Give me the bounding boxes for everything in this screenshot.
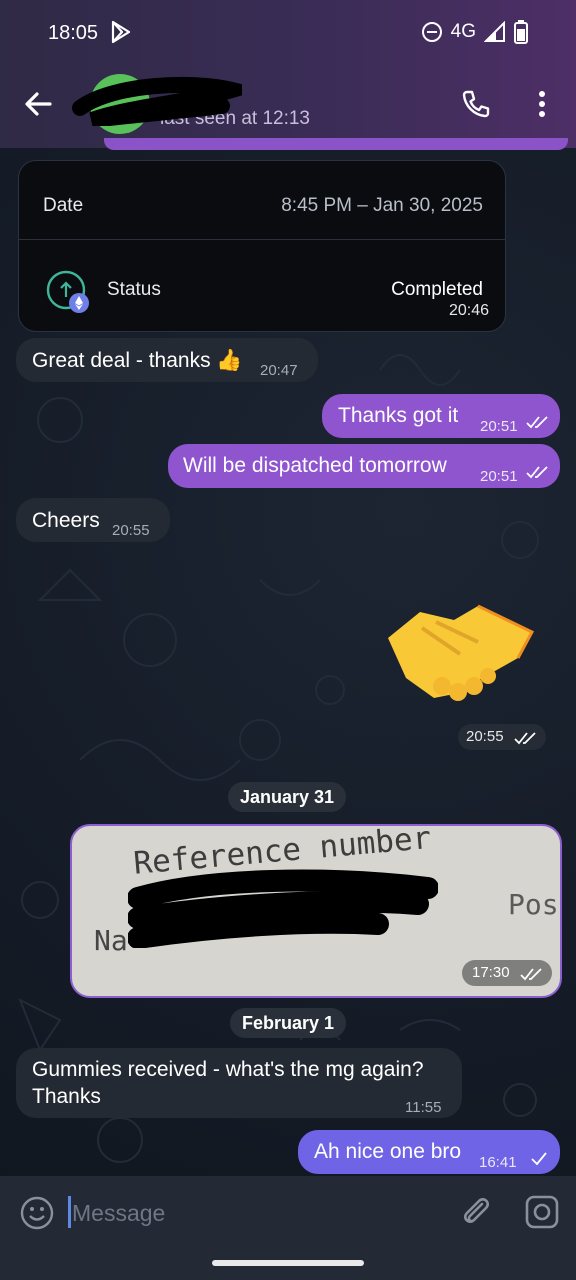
status-time: 18:05 [48, 22, 99, 44]
message-text: Thanks got it [338, 404, 459, 427]
status-label: Status [107, 279, 161, 300]
incoming-message[interactable]: Cheers 20:55 [16, 498, 170, 542]
message-text: Ah nice one bro [314, 1140, 462, 1163]
message-text-line1: Gummies received - what's the mg again? [32, 1058, 424, 1081]
header-bar: 18:05 4G last seen at 12:13 [0, 0, 576, 148]
photo-text-left: Na [94, 924, 128, 957]
emoji-time-pill: 20:55 [458, 724, 546, 750]
date-separator: February 1 [230, 1008, 347, 1038]
status-value: Completed [391, 279, 483, 300]
navigation-bar [0, 1248, 576, 1280]
date-value: 8:45 PM – Jan 30, 2025 [281, 195, 483, 216]
date-label: Date [43, 195, 84, 216]
text-cursor [68, 1196, 71, 1228]
emoji-smile-icon[interactable] [20, 1196, 54, 1230]
photo-message[interactable]: Reference number Na Pos 17:30 [70, 824, 562, 998]
more-options-icon[interactable] [530, 88, 554, 120]
outgoing-message[interactable]: Thanks got it 20:51 [322, 394, 560, 438]
incoming-message[interactable]: Great deal - thanks 👍 20:47 [16, 338, 318, 382]
phone-call-icon[interactable] [460, 88, 492, 120]
back-arrow-icon[interactable] [22, 88, 54, 120]
message-time: 17:30 [472, 964, 510, 981]
message-input[interactable]: Message [72, 1200, 165, 1227]
message-time: 20:55 [466, 728, 504, 745]
message-time: 11:55 [405, 1099, 442, 1116]
message-text: Will be dispatched tomorrow [183, 454, 447, 477]
photo-text-right: Pos [508, 888, 559, 921]
message-time: 20:46 [448, 302, 489, 319]
message-time: 20:51 [480, 418, 518, 435]
chat-header[interactable]: last seen at 12:13 [0, 74, 576, 134]
message-text: Cheers [32, 509, 100, 532]
camera-icon[interactable] [524, 1194, 560, 1230]
double-check-icon [526, 416, 548, 429]
date-row: Date 8:45 PM – Jan 30, 2025 [19, 161, 505, 240]
handshake-emoji-icon[interactable] [382, 598, 542, 708]
redaction-scribble [72, 76, 242, 126]
outgoing-transfer-icon [46, 270, 89, 313]
previous-message-edge [104, 138, 568, 150]
double-check-icon [520, 968, 542, 981]
message-text: Great deal - thanks 👍 [32, 349, 243, 372]
outgoing-message[interactable]: Ah nice one bro 16:41 [298, 1130, 560, 1174]
outgoing-message[interactable]: Will be dispatched tomorrow 20:51 [168, 444, 560, 488]
message-time: 20:55 [112, 522, 150, 539]
attachment-paperclip-icon[interactable] [458, 1194, 494, 1230]
message-time: 20:51 [480, 468, 518, 485]
transaction-card[interactable]: Date 8:45 PM – Jan 30, 2025 Status Compl… [18, 160, 506, 332]
do-not-disturb-icon [421, 22, 442, 42]
play-store-icon [111, 20, 131, 44]
incoming-message[interactable]: Gummies received - what's the mg again? … [16, 1048, 462, 1118]
battery-icon [514, 20, 528, 44]
message-composer: Message [0, 1176, 576, 1248]
signal-icon [484, 21, 505, 42]
message-time: 20:47 [260, 362, 298, 379]
message-text-line2: Thanks [32, 1085, 101, 1108]
home-gesture-handle[interactable] [212, 1260, 364, 1266]
double-check-icon [526, 466, 548, 479]
redaction-scribble [128, 869, 438, 948]
photo-time-pill: 17:30 [462, 960, 552, 986]
date-separator: January 31 [228, 782, 347, 812]
network-type: 4G [450, 21, 476, 42]
double-check-icon [514, 732, 536, 745]
status-bar: 18:05 4G [48, 18, 528, 48]
message-time: 16:41 [479, 1154, 517, 1171]
single-check-icon [531, 1152, 547, 1166]
